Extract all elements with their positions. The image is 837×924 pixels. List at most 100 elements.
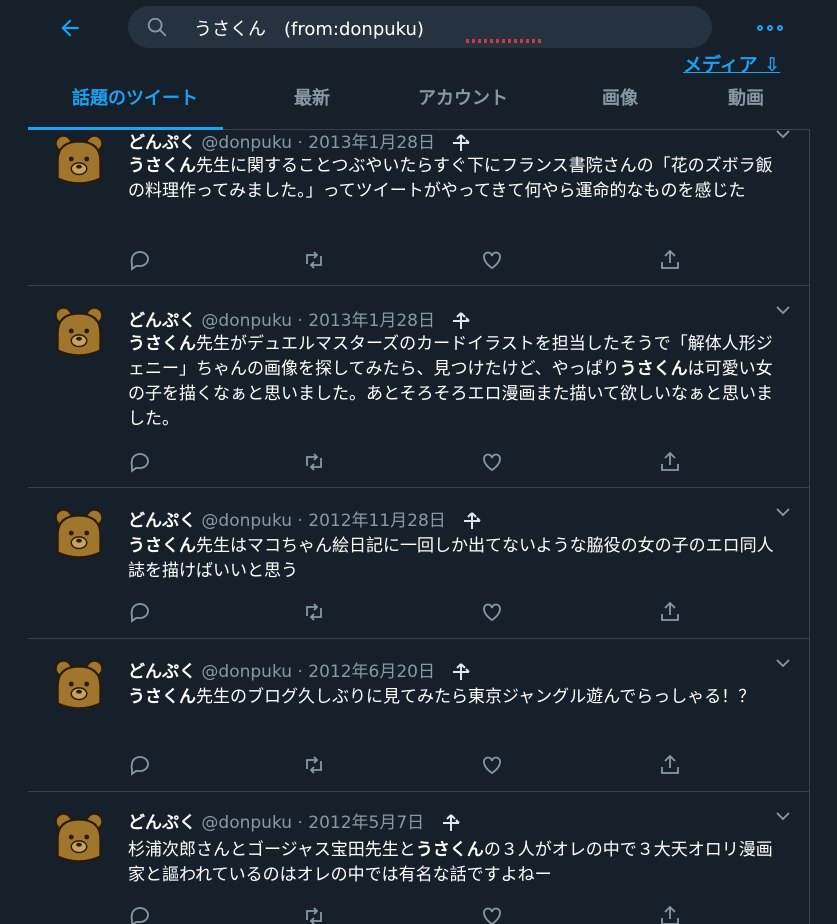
tweet-actions [128,248,688,272]
separator-dot: · [297,662,303,682]
more-dot [777,25,783,31]
tweet-text-segment: 先生はマコちゃん絵日記に一回しか出てないような脇役の女の子のエロ同人誌を描けばい… [128,536,774,581]
avatar[interactable] [50,302,108,360]
tab-latest[interactable]: 最新 [294,84,330,110]
tweet-text: 杉浦次郎さんとゴージャス宝田先生とうさくんの３人がオレの中で３大天オロリ漫画家と… [128,838,788,888]
handle[interactable]: @donpuku [201,311,292,331]
heart-icon[interactable] [480,600,504,624]
tweet[interactable]: どんぷく @donpuku · 2012年11月28日 うさくん先生はマコちゃん… [28,488,809,639]
search-bar[interactable]: うさくん (from:donpuku) [128,6,712,48]
swap-arrows-icon [453,663,471,680]
handle[interactable]: @donpuku [201,662,292,682]
share-icon[interactable] [658,248,682,272]
search-tabs: 話題のツイート 最新 アカウント 画像 動画 [28,72,810,130]
tweet[interactable]: どんぷく @donpuku · 2012年5月7日 杉浦次郎さんとゴージャス宝田… [28,792,809,924]
avatar[interactable] [50,504,108,562]
back-button[interactable] [50,8,90,48]
header: うさくん (from:donpuku) メディア ⇩ 話題のツイート 最新 アカ… [0,0,837,130]
chevron-down-icon[interactable] [775,302,791,318]
display-name[interactable]: どんぷく [128,662,196,682]
avatar[interactable] [50,130,108,188]
tweet[interactable]: どんぷく @donpuku · 2013年1月28日 うさくん先生に関することつ… [28,130,809,286]
display-name[interactable]: どんぷく [128,511,196,531]
tweet-date[interactable]: 2012年5月7日 [308,813,424,833]
tweet[interactable]: どんぷく @donpuku · 2012年6月20日 うさくん先生のブログ久しぶ… [28,639,809,792]
reply-icon[interactable] [128,600,152,624]
tweet-feed: どんぷく @donpuku · 2013年1月28日 うさくん先生に関することつ… [28,130,810,924]
handle[interactable]: @donpuku [201,511,292,531]
keyword-highlight: うさくん [415,840,484,860]
heart-icon[interactable] [480,753,504,777]
chevron-down-icon[interactable] [775,808,791,824]
active-tab-indicator [28,127,223,130]
display-name[interactable]: どんぷく [128,813,196,833]
retweet-icon[interactable] [302,904,326,924]
spellcheck-underline [466,39,542,43]
swap-arrows-icon [453,312,471,329]
keyword-highlight: うさくん [619,359,688,379]
keyword-highlight: うさくん [128,334,196,354]
tweet-actions [128,753,688,777]
display-name[interactable]: どんぷく [128,133,196,153]
tweet-date[interactable]: 2013年1月28日 [308,311,435,331]
share-icon[interactable] [658,600,682,624]
tweet-text-segment: 先生に関することつぶやいたらすぐ下にフランス書院さんの「花のズボラ飯の料理作って… [128,156,773,201]
search-icon [147,17,167,37]
tweet-text: うさくん先生のブログ久しぶりに見てみたら東京ジャングル遊んでらっしゃる！？ [128,685,788,710]
tab-top-tweets[interactable]: 話題のツイート [72,84,198,110]
share-icon[interactable] [658,904,682,924]
swap-arrows-icon [442,814,460,831]
swap-arrows-icon [453,134,471,151]
tab-accounts[interactable]: アカウント [418,84,508,110]
reply-icon[interactable] [128,450,152,474]
tab-videos[interactable]: 動画 [728,84,764,110]
tweet-actions [128,600,688,624]
tweet-date[interactable]: 2012年11月28日 [308,511,446,531]
tweet-header: どんぷく @donpuku · 2013年1月28日 [128,306,472,331]
retweet-icon[interactable] [302,600,326,624]
retweet-icon[interactable] [302,248,326,272]
keyword-highlight: うさくん [128,156,196,176]
tweet-actions [128,450,688,474]
reply-icon[interactable] [128,753,152,777]
tweet-header: どんぷく @donpuku · 2013年1月28日 [128,128,472,153]
tweet[interactable]: どんぷく @donpuku · 2013年1月28日 うさくん先生がデュエルマス… [28,286,809,488]
reply-icon[interactable] [128,904,152,924]
tweet-date[interactable]: 2013年1月28日 [308,133,435,153]
tweet-header: どんぷく @donpuku · 2012年11月28日 [128,506,483,531]
handle[interactable]: @donpuku [201,133,292,153]
separator-dot: · [297,311,303,331]
handle[interactable]: @donpuku [201,813,292,833]
retweet-icon[interactable] [302,450,326,474]
tweet-text: うさくん先生がデュエルマスターズのカードイラストを担当したそうで「解体人形ジェニ… [128,332,788,432]
retweet-icon[interactable] [302,753,326,777]
keyword-highlight: うさくん [128,687,196,707]
separator-dot: · [297,133,303,153]
share-icon[interactable] [658,450,682,474]
avatar[interactable] [50,808,108,866]
more-dot [757,25,763,31]
heart-icon[interactable] [480,450,504,474]
tweet-text-segment: 先生のブログ久しぶりに見てみたら東京ジャングル遊んでらっしゃる！？ [196,687,756,707]
chevron-down-icon[interactable] [775,504,791,520]
tweet-text: うさくん先生はマコちゃん絵日記に一回しか出てないような脇役の女の子のエロ同人誌を… [128,534,788,584]
display-name[interactable]: どんぷく [128,311,196,331]
tweet-actions [128,904,688,924]
reply-icon[interactable] [128,248,152,272]
swap-arrows-icon [464,512,481,529]
search-input[interactable]: うさくん (from:donpuku) [194,15,424,41]
chevron-down-icon[interactable] [775,655,791,671]
more-dot [767,25,773,31]
tweet-text: うさくん先生に関することつぶやいたらすぐ下にフランス書院さんの「花のズボラ飯の料… [128,154,788,204]
avatar[interactable] [50,655,108,713]
tweet-date[interactable]: 2012年6月20日 [308,662,435,682]
tab-images[interactable]: 画像 [602,84,638,110]
share-icon[interactable] [658,753,682,777]
separator-dot: · [297,511,303,531]
heart-icon[interactable] [480,248,504,272]
app-window: うさくん (from:donpuku) メディア ⇩ 話題のツイート 最新 アカ… [0,0,837,924]
more-options-button[interactable] [752,16,788,40]
keyword-highlight: うさくん [128,536,196,556]
heart-icon[interactable] [480,904,504,924]
separator-dot: · [297,813,303,833]
